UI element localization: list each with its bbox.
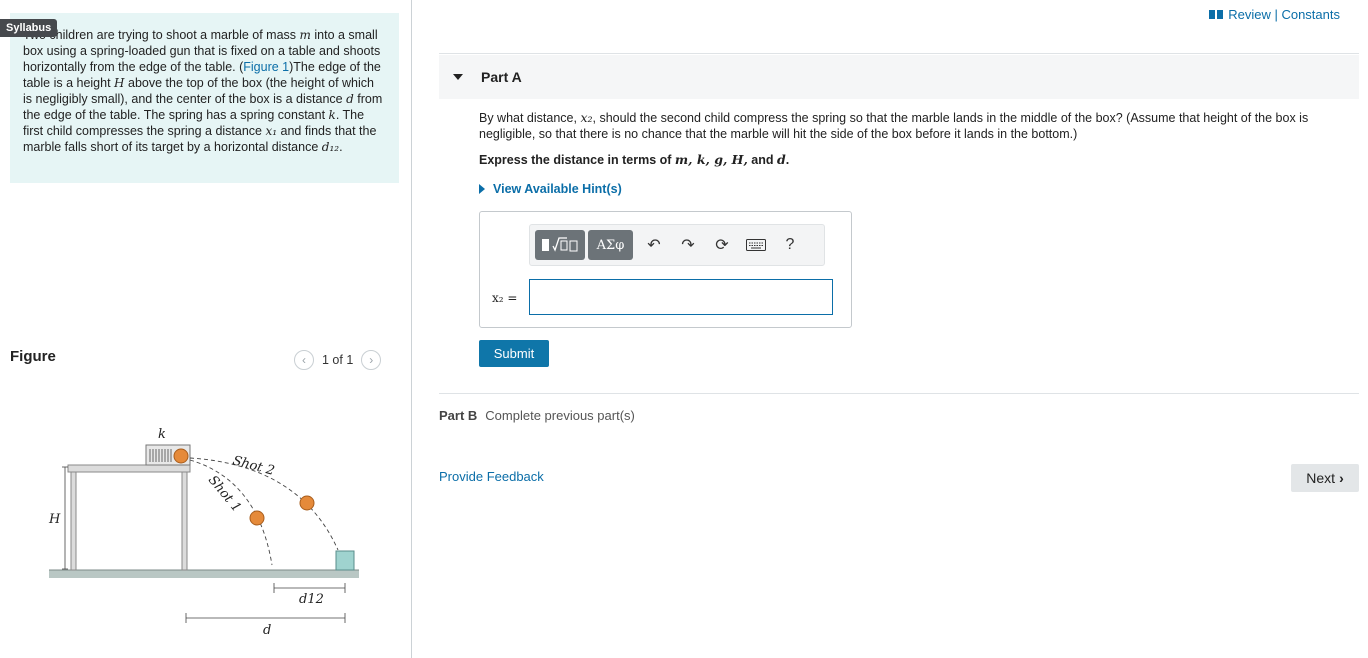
book-icon	[1209, 10, 1224, 19]
express-vars: m, k, g, H,	[674, 152, 748, 167]
intro-text: Two children are trying to shoot a marbl…	[23, 28, 300, 42]
part-a-header[interactable]: Part A	[439, 55, 1359, 99]
var-k: k	[328, 108, 336, 122]
express-text: .	[785, 153, 790, 167]
hints-label: View Available Hint(s)	[493, 182, 622, 196]
undo-icon[interactable]: ↶	[637, 230, 671, 260]
table-leg-left	[70, 471, 77, 571]
var-d: d	[346, 92, 354, 106]
label-shot-2: Shot 2	[231, 453, 276, 479]
chevron-right-icon: ›	[1339, 470, 1344, 486]
question-text: By what distance,	[479, 111, 581, 125]
label-k: k	[158, 427, 166, 442]
figure-link[interactable]: Figure 1	[243, 60, 289, 74]
marble-shot-1	[249, 510, 265, 526]
answer-panel: ΑΣφ ↶ ↷ ⟳ ? x₂ =	[479, 211, 852, 328]
panel-divider	[411, 0, 412, 658]
var-x2: x₂	[580, 110, 593, 125]
part-b-row: Part B Complete previous part(s)	[439, 408, 635, 423]
submit-button[interactable]: Submit	[479, 340, 549, 367]
part-b-status: Complete previous part(s)	[485, 408, 635, 423]
part-a-question: By what distance, x₂, should the second …	[479, 110, 1354, 142]
reset-icon[interactable]: ⟳	[705, 230, 739, 260]
var-m: m	[299, 28, 311, 42]
part-b-label: Part B	[439, 408, 478, 423]
next-button[interactable]: Next ›	[1291, 464, 1359, 492]
problem-statement: Two children are trying to shoot a marbl…	[10, 13, 399, 183]
chevron-right-icon[interactable]: ›	[361, 350, 382, 370]
redo-icon[interactable]: ↷	[671, 230, 705, 260]
question-text: , should the second child compress the s…	[479, 111, 1309, 141]
answer-input[interactable]	[529, 279, 833, 315]
answer-variable-label: x₂ =	[492, 291, 518, 305]
provide-feedback-link[interactable]: Provide Feedback	[439, 469, 544, 484]
marble-shot-2	[299, 495, 315, 511]
table-top	[67, 464, 191, 473]
figure-title: Figure	[10, 348, 56, 365]
marble-start	[173, 448, 189, 464]
divider-top	[439, 53, 1359, 54]
caret-down-icon	[453, 74, 463, 80]
review-constants-label: Review | Constants	[1228, 7, 1340, 22]
figure-pager: ‹ 1 of 1 ›	[294, 350, 382, 370]
part-a-label: Part A	[481, 69, 522, 85]
next-label: Next	[1306, 470, 1336, 486]
table-leg-right	[181, 471, 188, 571]
physics-figure: k Shot 2 Shot 1 H d12 d	[48, 427, 359, 638]
templates-icon	[542, 237, 578, 252]
intro-text: .	[339, 140, 343, 154]
label-shot-1: Shot 1	[205, 473, 244, 515]
target-box	[335, 550, 355, 571]
express-text: and	[747, 153, 777, 167]
chevron-left-icon[interactable]: ‹	[294, 350, 314, 370]
var-H: H	[114, 76, 125, 90]
caret-right-icon	[479, 184, 485, 194]
express-text: Express the distance in terms of	[479, 153, 675, 167]
express-var-d: d	[776, 152, 786, 167]
keyboard-icon[interactable]	[739, 230, 773, 260]
help-icon[interactable]: ?	[773, 230, 807, 260]
express-instruction: Express the distance in terms of m, k, g…	[479, 152, 789, 167]
math-toolbar: ΑΣφ ↶ ↷ ⟳ ?	[529, 224, 825, 266]
keyboard-glyph	[746, 239, 766, 251]
greek-symbols-button[interactable]: ΑΣφ	[588, 230, 633, 260]
view-hints-link[interactable]: View Available Hint(s)	[479, 182, 622, 196]
templates-button[interactable]	[535, 230, 585, 260]
label-H: H	[48, 512, 61, 527]
review-constants-link[interactable]: Review | Constants	[1209, 7, 1340, 22]
label-d12: d12	[299, 592, 324, 607]
syllabus-tag[interactable]: Syllabus	[0, 19, 58, 37]
pager-text: 1 of 1	[322, 353, 354, 367]
label-d: d	[263, 623, 271, 638]
divider-part-b	[439, 393, 1359, 394]
ground	[49, 570, 359, 578]
var-x1: x₁	[265, 124, 278, 138]
var-d12: d₁₂	[321, 140, 340, 154]
